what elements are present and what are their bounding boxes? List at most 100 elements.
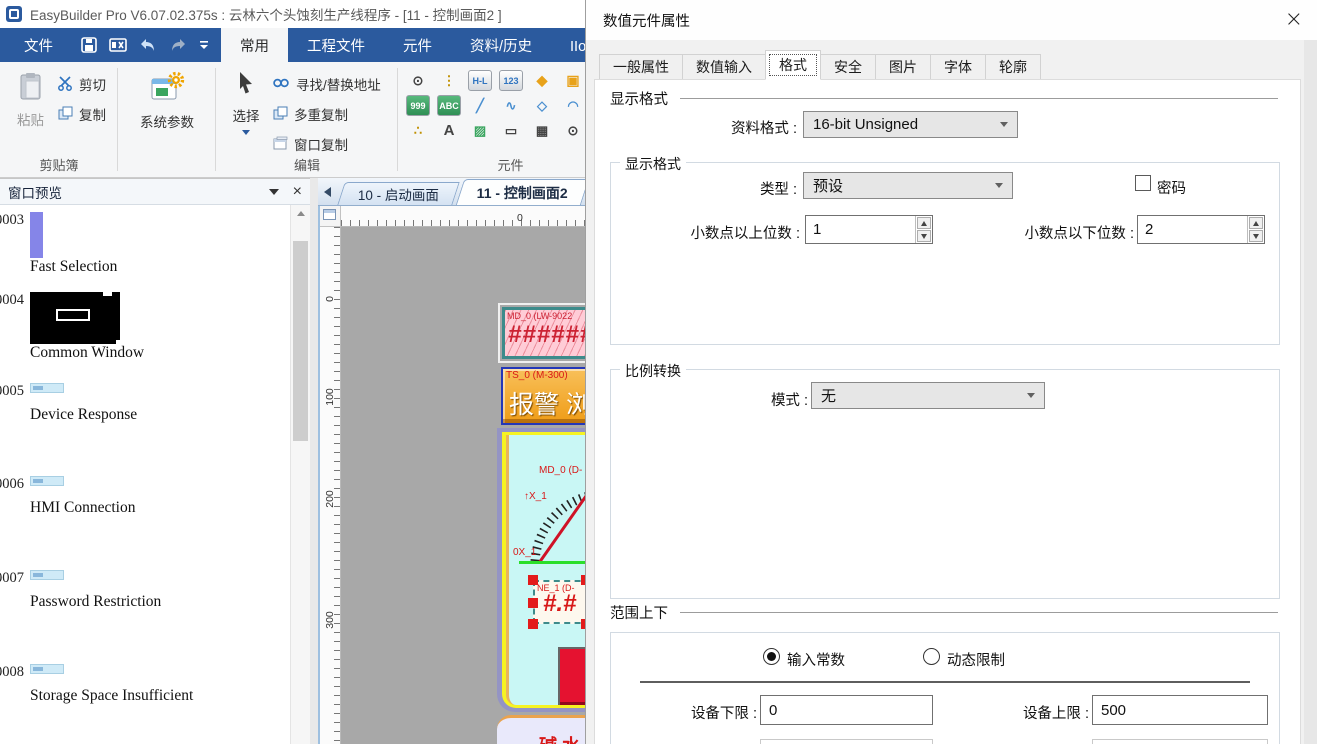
rectangle-tool-icon[interactable]: ▭ xyxy=(499,120,523,141)
numeric-display-icon[interactable]: 999 xyxy=(406,95,430,116)
find-replace-address-button[interactable]: 寻找/替换地址 xyxy=(268,71,385,97)
digits-below-spinner[interactable]: 2 xyxy=(1137,215,1265,244)
ribbon-tab-elements[interactable]: 元件 xyxy=(384,28,451,62)
spin-down-icon[interactable] xyxy=(1249,230,1263,242)
spin-down-icon[interactable] xyxy=(917,230,931,242)
cut-button[interactable]: 剪切 xyxy=(53,71,110,97)
mode-combobox[interactable]: 无 xyxy=(811,382,1045,409)
undo-icon[interactable] xyxy=(139,38,157,53)
select-button[interactable]: 选择 xyxy=(224,67,268,135)
window-copy-icon xyxy=(272,136,288,153)
tab-scroll-left-button[interactable] xyxy=(324,182,331,202)
window-thumbnail[interactable] xyxy=(30,212,43,258)
tab-format[interactable]: 格式 xyxy=(765,50,821,80)
hl-switch-icon[interactable]: H-L xyxy=(468,70,492,91)
arc-tool-icon[interactable]: ◠ xyxy=(561,95,585,116)
display-format-header: 显示格式 xyxy=(610,88,668,109)
combo-shapes-icon[interactable]: ◆ xyxy=(530,70,554,91)
selection-handle[interactable] xyxy=(528,598,538,608)
range-header: 范围上下 xyxy=(610,602,668,623)
panel-scrollbar[interactable] xyxy=(290,205,310,744)
copy-button[interactable]: 复制 xyxy=(53,101,110,127)
redo-icon[interactable] xyxy=(169,38,187,53)
type-combobox[interactable]: 预设 xyxy=(803,172,1013,199)
indicator-lamp-icon[interactable]: ⊙ xyxy=(406,70,430,91)
window-thumbnail[interactable] xyxy=(30,476,64,486)
ribbon-tab-data-history[interactable]: 资料/历史 xyxy=(451,28,551,62)
dialog-close-icon[interactable]: × xyxy=(1285,9,1303,31)
tab-numeric-input[interactable]: 数值输入 xyxy=(682,54,766,80)
window-thumbnail[interactable] xyxy=(30,383,64,393)
panel-splitter[interactable] xyxy=(310,178,318,744)
text-tool-icon[interactable]: A xyxy=(437,120,461,141)
design-canvas[interactable]: MD_0 (LW-9022 ###### TS_0 (M-300) 报警 浏 M… xyxy=(341,227,585,744)
ribbon-tab-project[interactable]: 工程文件 xyxy=(288,28,384,62)
polyline-tool-icon[interactable]: ◇ xyxy=(530,95,554,116)
window-thumbnail[interactable] xyxy=(30,570,64,580)
data-format-combobox[interactable]: 16-bit Unsigned xyxy=(803,111,1018,138)
device-high-input[interactable]: 500 xyxy=(1092,695,1268,725)
password-checkbox[interactable] xyxy=(1135,175,1151,191)
spin-up-icon[interactable] xyxy=(1249,217,1263,229)
app-icon xyxy=(6,6,22,22)
lamp-tool-icon[interactable]: ⊙ xyxy=(561,120,585,141)
qat-more-icon[interactable] xyxy=(199,39,209,51)
line-tool-icon[interactable]: ╱ xyxy=(468,95,492,116)
vertical-ruler: 0 100 200 300 xyxy=(320,227,341,744)
device-low-input[interactable]: 0 xyxy=(760,695,933,725)
quick-access-toolbar xyxy=(77,28,221,62)
hmi-red-button[interactable] xyxy=(558,647,585,705)
panel-close-icon[interactable]: × xyxy=(293,184,302,200)
picture-tool-icon[interactable]: ▨ xyxy=(468,120,492,141)
two-state-icon[interactable]: ▣ xyxy=(561,70,585,91)
numeric-key-icon[interactable]: 123 xyxy=(499,70,523,91)
save-icon[interactable] xyxy=(81,37,97,53)
scroll-up-icon[interactable] xyxy=(291,205,310,221)
list-item-0005[interactable]: 0005 Device Response xyxy=(0,383,290,456)
window-title: EasyBuilder Pro V6.07.02.375s : 云林六个头蚀刻生… xyxy=(30,4,502,24)
tab-security[interactable]: 安全 xyxy=(820,54,876,80)
marquee-tool-icon[interactable]: ∴ xyxy=(406,120,430,141)
ribbon-tab-home[interactable]: 常用 xyxy=(221,28,288,62)
panel-dropdown-icon[interactable] xyxy=(269,189,279,195)
hmi-alarm-button[interactable]: TS_0 (M-300) 报警 浏 xyxy=(501,367,585,425)
select-dropdown-icon[interactable] xyxy=(242,130,250,135)
tab-profile[interactable]: 轮廓 xyxy=(985,54,1041,80)
tab-screen-10[interactable]: 10 - 启动画面 xyxy=(337,182,459,205)
file-menu-button[interactable]: 文件 xyxy=(0,28,77,62)
tab-general[interactable]: 一般属性 xyxy=(599,54,683,80)
dialog-right-gutter xyxy=(1304,40,1317,744)
ascii-display-icon[interactable]: ABC xyxy=(437,95,461,116)
traffic-light-icon[interactable]: ⋮ xyxy=(437,70,461,91)
export-icon[interactable] xyxy=(109,37,127,53)
list-item-0006[interactable]: 0006 HMI Connection xyxy=(0,476,290,550)
selection-handle[interactable] xyxy=(528,575,538,585)
constant-radio[interactable] xyxy=(763,648,780,665)
hmi-numeric-display[interactable]: MD_0 (LW-9022 ###### xyxy=(502,307,585,359)
window-preview-list: 0003 Fast Selection 0004 Common Window 0… xyxy=(0,205,290,744)
dynamic-radio[interactable] xyxy=(923,648,940,665)
hmi-bottom-panel[interactable]: 碱 水 xyxy=(497,715,585,744)
paste-button[interactable]: 粘贴 xyxy=(8,67,53,129)
tab-picture[interactable]: 图片 xyxy=(875,54,931,80)
multi-copy-button[interactable]: 多重复制 xyxy=(268,101,385,127)
list-item-0003[interactable]: 0003 Fast Selection xyxy=(0,212,290,292)
window-thumbnail[interactable] xyxy=(30,292,120,344)
hmi-gauge-panel[interactable]: MD_0 (D- ↑X_1 0X_1 NE_1 (D- #.# xyxy=(497,428,585,712)
hmi-selected-numeric-element[interactable]: NE_1 (D- #.# xyxy=(533,580,585,624)
tab-screen-11[interactable]: 11 - 控制画面2 xyxy=(456,179,589,205)
scrollbar-thumb[interactable] xyxy=(293,241,308,441)
system-parameters-button[interactable]: 系统参数 xyxy=(126,67,208,131)
device-high-label: 设备上限 : xyxy=(979,702,1089,723)
freeform-tool-icon[interactable]: ∿ xyxy=(499,95,523,116)
selection-handle[interactable] xyxy=(528,619,538,629)
list-item-0004[interactable]: 0004 Common Window xyxy=(0,292,290,363)
table-tool-icon[interactable]: ▦ xyxy=(530,120,554,141)
spin-up-icon[interactable] xyxy=(917,217,931,229)
list-item-0008[interactable]: 0008 Storage Space Insufficient xyxy=(0,664,290,738)
window-copy-button[interactable]: 窗口复制 xyxy=(268,131,385,157)
window-thumbnail[interactable] xyxy=(30,664,64,674)
digits-above-spinner[interactable]: 1 xyxy=(805,215,933,244)
list-item-0007[interactable]: 0007 Password Restriction xyxy=(0,570,290,644)
tab-font[interactable]: 字体 xyxy=(930,54,986,80)
